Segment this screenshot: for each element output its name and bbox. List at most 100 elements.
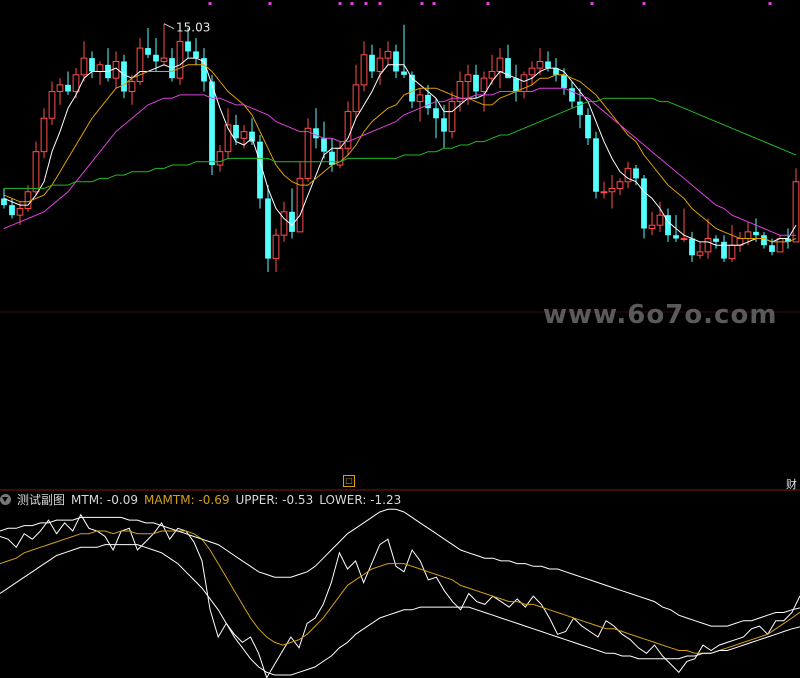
candle-body — [128, 81, 136, 93]
legend-lower: LOWER: -1.23 — [319, 492, 402, 507]
candle-body — [80, 57, 88, 76]
indicator-line-lower — [0, 544, 800, 676]
candle-body — [585, 114, 591, 139]
candle-body — [393, 51, 399, 72]
candle-body — [233, 124, 239, 139]
candle-body — [216, 151, 224, 166]
candle-body — [488, 70, 496, 79]
candle-body — [656, 214, 664, 226]
candle-body — [792, 181, 800, 243]
candle-body — [72, 74, 80, 93]
candle-body — [329, 151, 335, 166]
candle-body — [561, 74, 567, 89]
legend-mtm: MTM: -0.09 — [71, 492, 138, 507]
signal-dot — [268, 2, 272, 5]
candle-body — [321, 138, 327, 152]
candle-body — [608, 187, 616, 193]
candle-body — [648, 224, 656, 230]
candle-body — [272, 234, 280, 260]
candle-body — [65, 84, 71, 92]
candle-body — [176, 40, 184, 79]
candle-body — [32, 151, 40, 193]
chart-window: 15.03 www.6o7o.com □ 财 测试副图 MTM: -0.09 M… — [0, 0, 800, 678]
candle-body — [448, 101, 456, 133]
high-marker — [163, 23, 175, 30]
candle-body — [384, 50, 392, 59]
candle-body — [536, 60, 544, 69]
moving-average-line-ma20 — [3, 87, 796, 236]
candle-body — [545, 61, 551, 69]
candle-body — [528, 67, 536, 76]
collapse-toggle-icon[interactable] — [0, 494, 11, 505]
legend-upper: UPPER: -0.53 — [235, 492, 314, 507]
indicator-name[interactable]: 测试副图 — [17, 491, 65, 508]
candle-body — [441, 118, 447, 132]
candle-body — [673, 235, 679, 239]
candle-body — [473, 74, 479, 92]
candle-body — [304, 127, 312, 179]
candle-body — [24, 191, 32, 209]
candle-body — [96, 64, 104, 72]
candle-body — [56, 84, 64, 93]
signal-dot — [590, 2, 594, 5]
candle-body — [600, 191, 608, 194]
signal-dot — [208, 2, 212, 5]
candle-body — [689, 238, 695, 256]
watermark: www.6o7o.com — [543, 300, 778, 330]
moving-average-line-ma60 — [4, 97, 797, 189]
candle-body — [776, 238, 784, 253]
candle-body — [240, 131, 248, 139]
candle-body — [680, 238, 688, 241]
candle-body — [376, 57, 384, 72]
signal-dot — [420, 2, 424, 5]
candle-body — [48, 91, 56, 119]
candle-body — [160, 57, 168, 62]
candle-body — [289, 211, 295, 232]
signal-dot — [768, 2, 772, 5]
candle-body — [145, 48, 151, 55]
indicator-line-upper — [0, 508, 800, 627]
signal-dot — [350, 2, 354, 5]
candle-body — [9, 205, 15, 216]
candle-body — [704, 238, 712, 253]
candle-body — [593, 138, 599, 192]
candle-body — [496, 57, 504, 72]
signal-dot — [378, 2, 382, 5]
candle-body — [416, 94, 424, 103]
indicator-header: 测试副图 MTM: -0.09 MAMTM: -0.69 UPPER: -0.5… — [0, 492, 407, 507]
candle-body — [433, 108, 439, 119]
candle-body — [344, 111, 352, 149]
signal-dot — [642, 2, 646, 5]
panel-split-icon[interactable]: □ — [343, 475, 355, 487]
candle-body — [769, 245, 775, 252]
candle-body — [633, 168, 639, 179]
candle-body — [89, 58, 95, 72]
candle-body — [744, 231, 752, 240]
candle-body — [193, 51, 199, 59]
candle-body — [721, 241, 727, 259]
candle-body — [728, 244, 736, 260]
legend-mamtm: MAMTM: -0.69 — [143, 492, 230, 507]
candle-body — [153, 54, 159, 62]
high-price-label: 15.03 — [176, 21, 210, 35]
chart-canvas[interactable]: 15.03 — [0, 0, 800, 678]
candle-body — [185, 41, 191, 52]
candle-body — [513, 78, 519, 92]
candle-body — [641, 178, 647, 229]
candle-body — [209, 81, 215, 166]
candle-body — [713, 238, 719, 242]
candle-body — [313, 128, 319, 139]
signal-dot — [486, 2, 490, 5]
candle-body — [136, 47, 144, 83]
candle-body — [753, 231, 759, 236]
candle-body — [401, 71, 407, 75]
candle-body — [696, 251, 704, 256]
indicator-line-mtm — [0, 513, 800, 678]
candle-body — [265, 198, 271, 259]
candle-body — [16, 207, 24, 216]
candle-body — [352, 84, 360, 113]
signal-dot — [432, 2, 436, 5]
finance-button[interactable]: 财 — [786, 476, 797, 492]
candle-body — [761, 235, 767, 246]
candle-body — [121, 61, 127, 92]
